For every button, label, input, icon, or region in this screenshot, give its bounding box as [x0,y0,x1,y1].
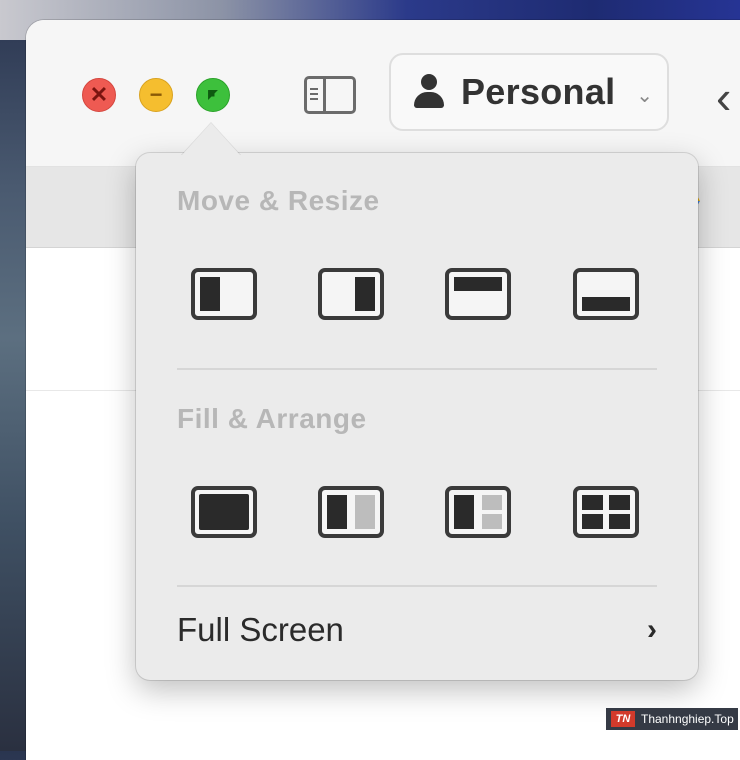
split-halves-button[interactable] [318,486,384,538]
watermark-logo: TN [611,711,635,727]
tile-bottom-icon [582,297,630,311]
fill-button[interactable] [191,486,257,538]
sidebar-toggle-button[interactable] [304,76,356,114]
zoom-icon [203,85,223,105]
fill-icon [199,494,249,530]
sidebar-icon [307,79,326,111]
split-halves-icon [327,495,347,529]
person-icon [413,74,445,110]
menu-divider [177,585,657,587]
watermark: TN Thanhnghiep.Top [606,708,738,730]
quarters-icon [582,495,603,510]
minimize-button[interactable]: − [139,78,173,112]
zoom-button[interactable] [196,78,230,112]
one-plus-two-button[interactable] [445,486,511,538]
quarters-button[interactable] [573,486,639,538]
full-screen-label: Full Screen [177,611,344,648]
close-button[interactable]: ✕ [82,78,116,112]
move-resize-title: Move & Resize [177,185,380,216]
tile-left-icon [200,277,220,311]
menu-divider [177,368,657,370]
tile-right-icon [355,277,375,311]
full-screen-menu-item[interactable]: Full Screen › [177,601,657,671]
tile-right-button[interactable] [318,268,384,320]
window-toolbar: ✕ − Personal ⌄ ‹ [26,20,740,167]
fill-arrange-title: Fill & Arrange [177,403,367,434]
tile-bottom-button[interactable] [573,268,639,320]
one-plus-two-icon [454,495,474,529]
chevron-down-icon: ⌄ [636,85,653,107]
back-button[interactable]: ‹ [716,70,731,124]
minimize-icon: − [149,82,163,107]
watermark-text: Thanhnghiep.Top [641,712,734,726]
profile-selector[interactable]: Personal ⌄ [389,53,669,131]
profile-label: Personal [461,71,616,112]
close-icon: ✕ [89,82,109,107]
tile-top-icon [454,277,502,291]
window-tiling-menu: Move & Resize Fill & Arrange Full Screen… [136,123,698,680]
chevron-right-icon: › [647,613,657,646]
tile-left-button[interactable] [191,268,257,320]
tile-top-button[interactable] [445,268,511,320]
popover-arrow [181,123,241,156]
